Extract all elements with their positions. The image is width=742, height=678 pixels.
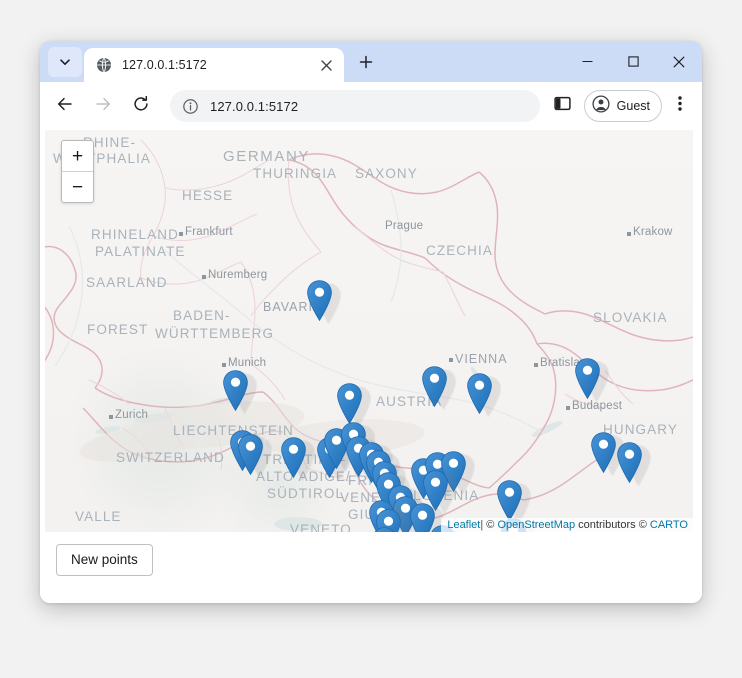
profile-button[interactable]: Guest xyxy=(583,90,662,122)
back-arrow-icon xyxy=(56,95,74,118)
info-circle-icon[interactable] xyxy=(182,98,200,115)
address-bar[interactable]: 127.0.0.1:5172 xyxy=(170,90,540,122)
copyright-symbol-1: © xyxy=(486,519,495,531)
new-points-button[interactable]: New points xyxy=(56,544,153,576)
browser-toolbar: 127.0.0.1:5172 Guest xyxy=(40,82,702,130)
openstreetmap-link[interactable]: OpenStreetMap xyxy=(497,519,575,531)
map-marker[interactable] xyxy=(372,527,397,532)
attribution-separator: | xyxy=(480,519,484,531)
map-zoom-control: + − xyxy=(61,140,94,203)
chevron-down-icon xyxy=(58,55,72,69)
address-bar-url: 127.0.0.1:5172 xyxy=(210,98,299,114)
globe-icon xyxy=(96,57,112,73)
browser-tab[interactable]: 127.0.0.1:5172 xyxy=(84,48,344,82)
window-maximize-button[interactable] xyxy=(610,41,656,82)
account-circle-icon xyxy=(592,94,610,118)
window-controls xyxy=(564,41,702,82)
copyright-symbol-2: © xyxy=(638,519,647,531)
map-marker[interactable] xyxy=(467,373,492,414)
carto-link[interactable]: CARTO xyxy=(650,519,688,531)
map-attribution: Leaflet| © OpenStreetMap contributors © … xyxy=(441,518,693,532)
map-marker[interactable] xyxy=(575,358,600,399)
reload-icon xyxy=(132,95,150,118)
map-marker[interactable] xyxy=(223,370,248,411)
zoom-out-button[interactable]: − xyxy=(62,172,93,202)
profile-label: Guest xyxy=(616,99,650,113)
window-minimize-button[interactable] xyxy=(564,41,610,82)
forward-button[interactable] xyxy=(87,90,119,122)
leaflet-map[interactable]: RHINE- WESTPHALIA GERMANY THURINGIA SAXONY HE… xyxy=(45,130,693,532)
map-marker[interactable] xyxy=(497,480,522,521)
back-button[interactable] xyxy=(49,90,81,122)
plus-icon xyxy=(359,55,373,74)
side-panel-icon xyxy=(554,95,571,117)
new-tab-button[interactable] xyxy=(352,50,380,78)
map-marker[interactable] xyxy=(337,383,362,424)
side-panel-button[interactable] xyxy=(548,91,578,121)
map-marker[interactable] xyxy=(238,434,263,475)
tab-strip: 127.0.0.1:5172 xyxy=(40,41,702,82)
reload-button[interactable] xyxy=(125,90,157,122)
browser-menu-button[interactable] xyxy=(666,91,694,121)
map-marker[interactable] xyxy=(591,432,616,473)
leaflet-link[interactable]: Leaflet xyxy=(447,519,480,531)
map-marker[interactable] xyxy=(281,437,306,478)
browser-window: 127.0.0.1:5172 127.0.0.1:5172 Guest RHIN… xyxy=(40,41,702,603)
tab-search-button[interactable] xyxy=(48,47,82,77)
map-marker[interactable] xyxy=(422,366,447,407)
page-content: RHINE- WESTPHALIA GERMANY THURINGIA SAXONY HE… xyxy=(40,130,702,603)
forward-arrow-icon xyxy=(94,95,112,118)
map-marker[interactable] xyxy=(307,280,332,321)
tab-title: 127.0.0.1:5172 xyxy=(122,58,207,72)
contributors-text: contributors xyxy=(578,519,636,531)
zoom-in-button[interactable]: + xyxy=(62,141,93,172)
three-dots-icon xyxy=(678,95,682,117)
map-marker[interactable] xyxy=(617,442,642,483)
tab-close-icon[interactable] xyxy=(316,55,336,75)
window-close-button[interactable] xyxy=(656,41,702,82)
